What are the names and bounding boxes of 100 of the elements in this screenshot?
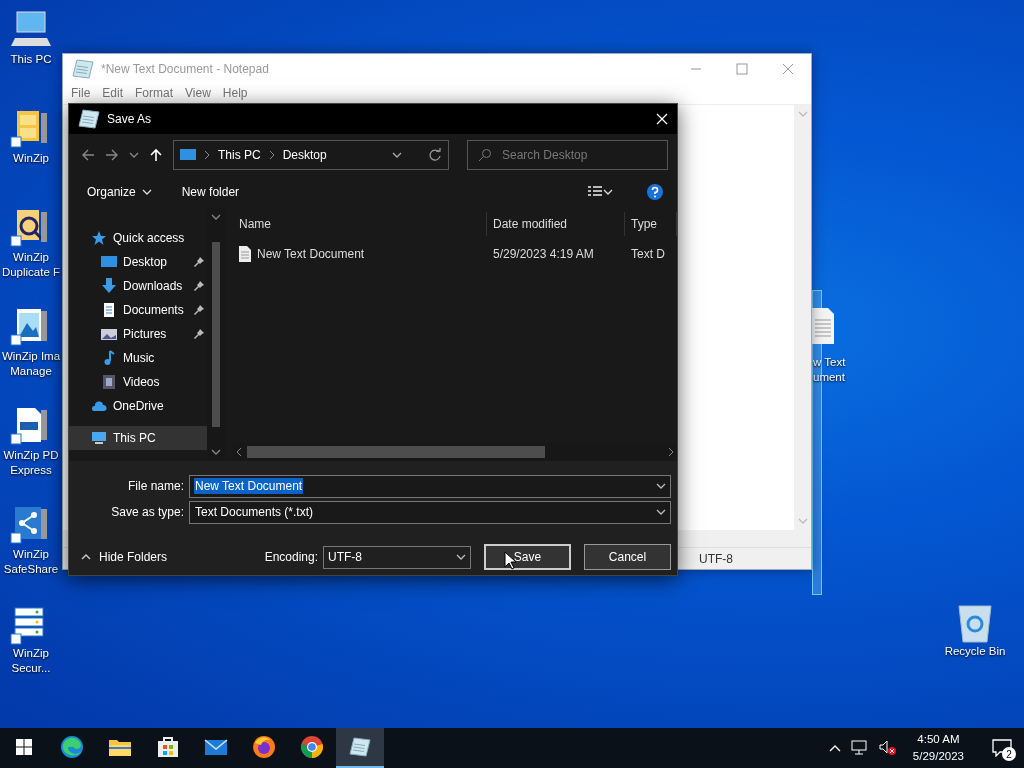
pin-icon bbox=[193, 304, 205, 316]
scroll-right-icon bbox=[667, 447, 675, 457]
column-header[interactable]: Type bbox=[625, 212, 677, 236]
desktop-icon-label[interactable]: WinZip PD Express bbox=[0, 448, 62, 478]
taskbar-app-button[interactable] bbox=[336, 728, 384, 768]
menu-item[interactable]: Edit bbox=[96, 83, 130, 104]
refresh-icon[interactable] bbox=[428, 148, 442, 162]
navigation-item[interactable]: Quick access bbox=[69, 226, 207, 250]
help-button[interactable] bbox=[645, 182, 665, 202]
caret-icon bbox=[456, 552, 466, 562]
message-icon bbox=[992, 739, 1012, 757]
field-label: Save as type: bbox=[110, 505, 185, 519]
breadcrumb-separator-icon bbox=[268, 150, 275, 160]
file-name-cell[interactable]: New Text Document bbox=[233, 246, 487, 262]
menu-item[interactable]: View bbox=[179, 83, 217, 104]
navigation-item[interactable]: Desktop bbox=[69, 250, 207, 274]
search-icon bbox=[478, 148, 492, 162]
hide-folders-button[interactable]: Hide Folders bbox=[81, 550, 168, 564]
navigation-item[interactable]: Videos bbox=[69, 370, 207, 394]
breadcrumb[interactable]: Desktop bbox=[282, 148, 327, 162]
desktop-icon-label[interactable]: Recycle Bin bbox=[935, 644, 1015, 659]
date-cell-text: 5/29/2023 4:19 AM bbox=[492, 247, 595, 261]
speaker-muted-icon[interactable] bbox=[878, 740, 897, 756]
chevron-up-icon[interactable] bbox=[828, 744, 841, 752]
monitor-icon bbox=[180, 147, 196, 163]
navigation-item[interactable]: Music bbox=[69, 346, 207, 370]
file-name-field[interactable]: New Text Document bbox=[189, 474, 671, 498]
encoding-status: UTF-8 bbox=[699, 551, 733, 566]
dialog-button[interactable]: Cancel bbox=[584, 544, 671, 570]
scroll-down-icon bbox=[797, 516, 808, 526]
clock[interactable]: 4:50 AM 5/29/2023 bbox=[906, 731, 970, 765]
dialog-title: Save As bbox=[107, 112, 153, 126]
picture-icon bbox=[101, 326, 117, 342]
shopping-bag-icon bbox=[156, 735, 180, 759]
navigation-item[interactable]: Downloads bbox=[69, 274, 207, 298]
field-label: File name: bbox=[126, 479, 185, 493]
file-type-dropdown[interactable]: Text Documents (*.txt) bbox=[189, 500, 671, 524]
cloud-icon bbox=[91, 398, 107, 414]
dialog-button[interactable]: Save bbox=[484, 544, 571, 570]
desktop-icon-label[interactable]: WinZip SafeShare bbox=[0, 547, 62, 577]
film-icon bbox=[101, 374, 117, 390]
forward-arrow-icon bbox=[105, 148, 119, 162]
scroll-up-icon bbox=[797, 109, 808, 119]
column-header[interactable]: Date modified bbox=[487, 212, 625, 236]
navigation-item[interactable]: Documents bbox=[69, 298, 207, 322]
desktop-icon-label[interactable]: w Text ument bbox=[813, 355, 861, 385]
scroll-down-icon bbox=[211, 447, 221, 457]
close-icon bbox=[656, 113, 668, 125]
notepad-icon bbox=[71, 56, 95, 81]
desktop-icon-label[interactable]: WinZip Secur... bbox=[0, 646, 62, 676]
breadcrumb[interactable]: This PC bbox=[218, 148, 261, 162]
menu-item[interactable]: Help bbox=[216, 83, 254, 104]
organize-button[interactable]: Organize bbox=[87, 185, 152, 199]
scroll-up-icon bbox=[211, 212, 221, 222]
recycle-bin-icon bbox=[955, 602, 995, 644]
help-icon bbox=[647, 184, 663, 200]
notepad-icon bbox=[348, 735, 372, 759]
navigation-item[interactable]: Pictures bbox=[69, 322, 207, 346]
search-field[interactable]: Search Desktop bbox=[467, 140, 668, 170]
vertical-scrollbar[interactable] bbox=[794, 105, 811, 530]
column-header[interactable]: Name bbox=[233, 212, 487, 236]
navigation-item[interactable]: OneDrive bbox=[69, 394, 207, 418]
wave-logo-icon bbox=[60, 735, 84, 759]
menu-item[interactable]: File bbox=[65, 83, 97, 104]
type-cell-text: Text D bbox=[630, 247, 666, 261]
scroll-left-icon bbox=[235, 447, 243, 457]
document-icon bbox=[101, 302, 117, 318]
address-bar[interactable]: This PC Desktop bbox=[173, 140, 449, 170]
notifications-button[interactable]: 2 bbox=[980, 728, 1024, 768]
desktop-icon-label[interactable]: This PC bbox=[0, 52, 62, 67]
menu-item[interactable]: Format bbox=[129, 83, 180, 104]
up-arrow-icon bbox=[149, 148, 163, 162]
pin-icon bbox=[193, 280, 205, 292]
pin-icon bbox=[193, 256, 205, 268]
caret-icon bbox=[392, 150, 402, 160]
download-icon bbox=[101, 278, 117, 294]
round-logo-icon bbox=[300, 735, 324, 759]
back-arrow-icon bbox=[81, 148, 95, 162]
encoding-dropdown[interactable]: UTF-8 bbox=[323, 545, 471, 569]
new-folder-button[interactable]: New folder bbox=[181, 185, 240, 199]
maximize-icon bbox=[736, 62, 748, 75]
fox-logo-icon bbox=[252, 735, 276, 759]
caret-icon bbox=[656, 481, 666, 491]
navigation-item[interactable]: This PC bbox=[69, 426, 207, 450]
pin-icon bbox=[193, 328, 205, 340]
network-icon[interactable] bbox=[850, 740, 869, 756]
desktop-icon-label[interactable]: WinZip bbox=[0, 151, 62, 166]
text-file-icon bbox=[239, 246, 251, 262]
list-view-icon bbox=[587, 185, 603, 199]
monitor-icon bbox=[101, 254, 117, 270]
close-icon bbox=[782, 62, 794, 75]
desktop-icon-label[interactable]: WinZip Duplicate F bbox=[0, 250, 62, 280]
caret-icon bbox=[141, 187, 152, 197]
caret-icon bbox=[603, 187, 613, 197]
window-title: *New Text Document - Notepad bbox=[101, 61, 270, 76]
desktop-icon-label[interactable]: WinZip Ima Manage bbox=[0, 349, 62, 379]
computer-icon bbox=[91, 430, 107, 446]
mouse-pointer-icon bbox=[504, 551, 516, 570]
field-label: Encoding: bbox=[264, 550, 318, 564]
windows-logo-icon bbox=[16, 739, 32, 755]
